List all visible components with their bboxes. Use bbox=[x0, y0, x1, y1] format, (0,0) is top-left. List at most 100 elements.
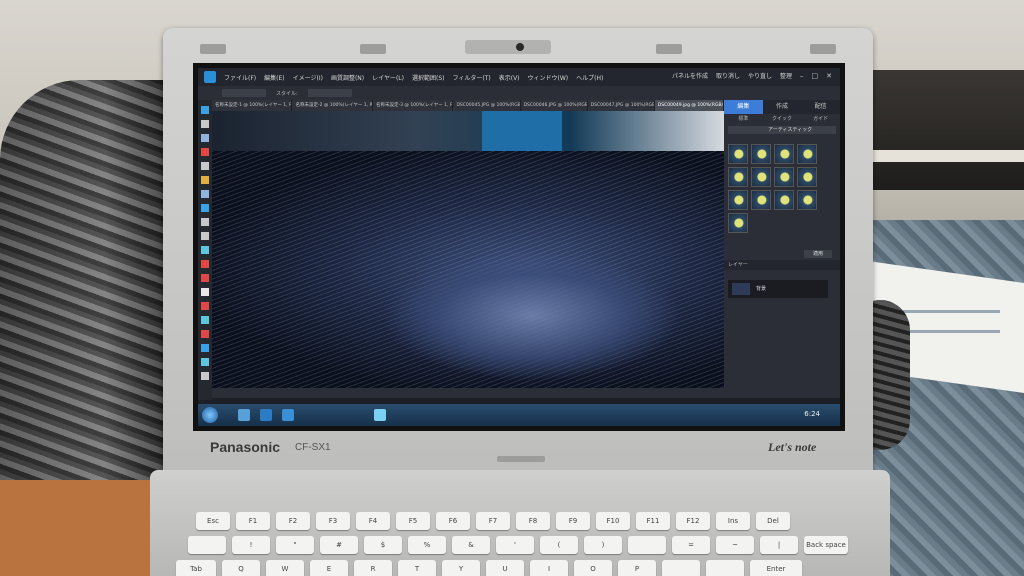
style-select[interactable] bbox=[307, 89, 352, 97]
app-taskbar-icon[interactable] bbox=[374, 409, 386, 421]
key[interactable]: I bbox=[530, 560, 568, 576]
document-tab[interactable]: DSC00047.JPG @ 100%(RGB/ bbox=[587, 100, 655, 111]
menu-image[interactable]: イメージ(I) bbox=[293, 73, 323, 82]
effect-thumbnail[interactable] bbox=[728, 213, 748, 233]
key[interactable]: ' bbox=[496, 536, 534, 554]
document-tab[interactable]: DSC00045.JPG @ 100%(RGB/ bbox=[453, 100, 521, 111]
tab-create[interactable]: 作成 bbox=[763, 100, 802, 114]
eyedropper-tool-icon[interactable] bbox=[201, 148, 209, 156]
key[interactable]: ~ bbox=[716, 536, 754, 554]
tab-share[interactable]: 配信 bbox=[801, 100, 840, 114]
menu-file[interactable]: ファイル(F) bbox=[224, 73, 256, 82]
sponge-tool-icon[interactable] bbox=[201, 372, 209, 380]
key[interactable]: # bbox=[320, 536, 358, 554]
key[interactable]: T bbox=[398, 560, 436, 576]
subtab-guided[interactable]: ガイド bbox=[801, 114, 840, 124]
create-panel-button[interactable]: パネルを作成 bbox=[672, 71, 708, 80]
key[interactable] bbox=[628, 536, 666, 554]
key[interactable]: U bbox=[486, 560, 524, 576]
subtab-standard[interactable]: 標準 bbox=[724, 114, 763, 124]
effects-category-select[interactable]: アーティスティック bbox=[728, 126, 836, 134]
key[interactable]: Y bbox=[442, 560, 480, 576]
effect-thumbnail[interactable] bbox=[751, 167, 771, 187]
key[interactable]: E bbox=[310, 560, 348, 576]
menu-filter[interactable]: フィルター(T) bbox=[453, 73, 491, 82]
menu-help[interactable]: ヘルプ(H) bbox=[576, 73, 603, 82]
key[interactable]: Ins bbox=[716, 512, 750, 530]
crop-tool-icon[interactable] bbox=[201, 232, 209, 240]
taskbar-clock[interactable]: 6:24 bbox=[804, 410, 820, 418]
key[interactable]: F12 bbox=[676, 512, 710, 530]
tab-key[interactable]: Tab bbox=[176, 560, 216, 576]
key[interactable] bbox=[706, 560, 744, 576]
apply-button[interactable]: 適用 bbox=[804, 250, 832, 258]
menu-adjust[interactable]: 画質調整(N) bbox=[331, 73, 364, 82]
key[interactable]: % bbox=[408, 536, 446, 554]
type-tool-icon[interactable] bbox=[201, 218, 209, 226]
menu-layer[interactable]: レイヤー(L) bbox=[372, 73, 404, 82]
key[interactable] bbox=[662, 560, 700, 576]
key[interactable]: F10 bbox=[596, 512, 630, 530]
redeye-tool-icon[interactable] bbox=[201, 246, 209, 254]
mode-select[interactable] bbox=[222, 89, 266, 97]
key[interactable]: ) bbox=[584, 536, 622, 554]
marquee-tool-icon[interactable] bbox=[201, 162, 209, 170]
key[interactable]: F3 bbox=[316, 512, 350, 530]
effect-thumbnail[interactable] bbox=[728, 144, 748, 164]
tab-edit[interactable]: 編集 bbox=[724, 100, 763, 114]
key[interactable]: F8 bbox=[516, 512, 550, 530]
key[interactable]: F9 bbox=[556, 512, 590, 530]
effect-thumbnail[interactable] bbox=[751, 190, 771, 210]
key[interactable] bbox=[188, 536, 226, 554]
magic-wand-tool-icon[interactable] bbox=[201, 190, 209, 198]
effect-thumbnail[interactable] bbox=[751, 144, 771, 164]
organize-button[interactable]: 整理 bbox=[780, 71, 792, 80]
start-button-icon[interactable] bbox=[202, 407, 218, 423]
menu-view[interactable]: 表示(V) bbox=[499, 73, 520, 82]
menu-edit[interactable]: 編集(E) bbox=[264, 73, 284, 82]
key[interactable]: = bbox=[672, 536, 710, 554]
key[interactable]: F1 bbox=[236, 512, 270, 530]
key[interactable]: W bbox=[266, 560, 304, 576]
key[interactable]: ! bbox=[232, 536, 270, 554]
document-tab[interactable]: 名称未設定-3 @ 100%(レイヤー 1, RG bbox=[372, 100, 454, 111]
document-tab[interactable]: 名称未設定-1 @ 100%(レイヤー 1, RG bbox=[212, 100, 293, 111]
app-logo-icon[interactable] bbox=[204, 71, 216, 83]
redo-button[interactable]: やり直し bbox=[748, 71, 772, 80]
image-canvas[interactable] bbox=[212, 111, 724, 388]
effect-thumbnail[interactable] bbox=[797, 190, 817, 210]
healing-tool-icon[interactable] bbox=[201, 260, 209, 268]
key[interactable]: F6 bbox=[436, 512, 470, 530]
clone-stamp-icon[interactable] bbox=[201, 274, 209, 282]
move-tool-icon[interactable] bbox=[201, 106, 209, 114]
key[interactable]: R bbox=[354, 560, 392, 576]
effect-thumbnail[interactable] bbox=[774, 144, 794, 164]
document-tab[interactable]: DSC00046.JPG @ 100%(RGB/ bbox=[520, 100, 588, 111]
key[interactable]: F4 bbox=[356, 512, 390, 530]
enter-key[interactable]: Enter bbox=[750, 560, 802, 576]
minimize-button[interactable]: – bbox=[800, 72, 804, 80]
key[interactable]: | bbox=[760, 536, 798, 554]
menu-select[interactable]: 選択範囲(S) bbox=[412, 73, 445, 82]
key[interactable]: F5 bbox=[396, 512, 430, 530]
document-tab-active[interactable]: DSC00049.jpg @ 100%(RGB/8 bbox=[654, 100, 724, 111]
menu-window[interactable]: ウィンドウ(W) bbox=[528, 73, 569, 82]
layer-row[interactable]: 背景 bbox=[728, 280, 828, 298]
key[interactable]: P bbox=[618, 560, 656, 576]
zoom-tool-icon[interactable] bbox=[201, 120, 209, 128]
undo-button[interactable]: 取り消し bbox=[716, 71, 740, 80]
key[interactable]: F7 bbox=[476, 512, 510, 530]
key[interactable]: " bbox=[276, 536, 314, 554]
backspace-key[interactable]: Back space bbox=[804, 536, 848, 554]
effect-thumbnail[interactable] bbox=[728, 167, 748, 187]
effect-thumbnail[interactable] bbox=[728, 190, 748, 210]
blur-tool-icon[interactable] bbox=[201, 358, 209, 366]
explorer-icon[interactable] bbox=[238, 409, 250, 421]
lasso-tool-icon[interactable] bbox=[201, 176, 209, 184]
key[interactable]: O bbox=[574, 560, 612, 576]
maximize-button[interactable]: □ bbox=[812, 72, 819, 80]
shape-tool-icon[interactable] bbox=[201, 344, 209, 352]
gradient-tool-icon[interactable] bbox=[201, 330, 209, 338]
brush-tool-icon[interactable] bbox=[201, 302, 209, 310]
document-tab[interactable]: 名称未設定-2 @ 100%(レイヤー 1, RG bbox=[292, 100, 373, 111]
